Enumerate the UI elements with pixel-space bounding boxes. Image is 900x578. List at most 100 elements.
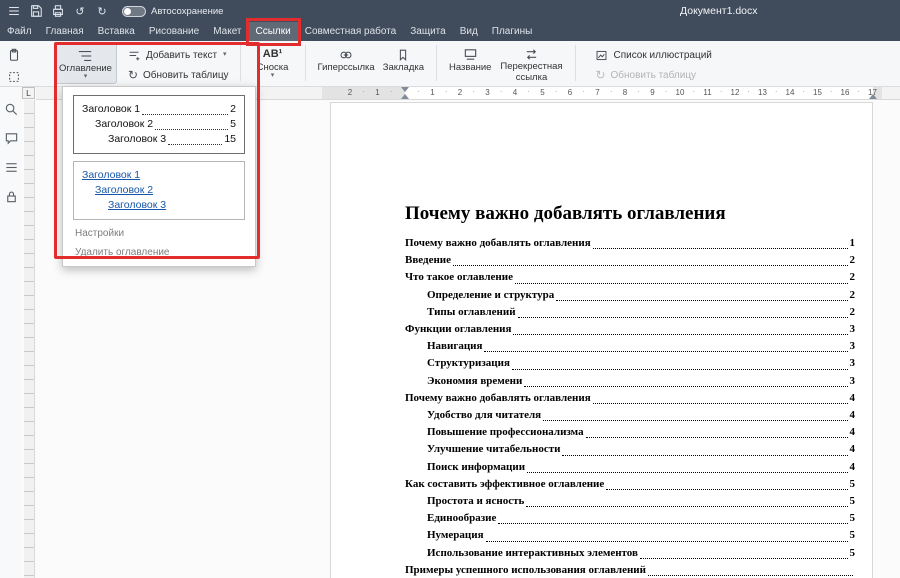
ruler-mark: · bbox=[665, 87, 668, 96]
cross-reference-button[interactable]: Перекрестная ссылка bbox=[495, 43, 567, 84]
toc-preview-page: 2 bbox=[230, 102, 236, 117]
toc-entry-label: Навигация bbox=[427, 338, 482, 355]
update-table-button[interactable]: ↻ Обновить таблицу bbox=[125, 67, 232, 83]
ribbon-tab[interactable]: Ссылки bbox=[249, 22, 298, 41]
toc-preview-row: Заголовок 3 bbox=[82, 198, 236, 213]
ruler-mark: · bbox=[830, 87, 833, 96]
ribbon-tab-label: Совместная работа bbox=[305, 26, 397, 37]
toc-entry[interactable]: Что такое оглавление 2 bbox=[405, 269, 855, 286]
ribbon-tab[interactable]: Плагины bbox=[485, 22, 540, 41]
toc-entry-page: 3 bbox=[850, 321, 856, 338]
navigation-icon[interactable] bbox=[3, 159, 19, 175]
toc-entry[interactable]: Использование интерактивных элементов 5 bbox=[405, 545, 855, 562]
ribbon-tab[interactable]: Макет bbox=[206, 22, 248, 41]
tab-stop-selector[interactable]: L bbox=[22, 87, 35, 99]
toc-leader-dots bbox=[606, 489, 847, 490]
ruler-mark: · bbox=[775, 87, 778, 96]
refresh-icon: ↻ bbox=[128, 69, 138, 81]
toc-entry[interactable]: Функции оглавления 3 bbox=[405, 321, 855, 338]
ruler-mark: · bbox=[445, 87, 448, 96]
save-icon[interactable] bbox=[26, 2, 46, 20]
toc-entry[interactable]: Навигация 3 bbox=[405, 338, 855, 355]
app-window: ↺ ↻ Автосохранение Документ1.docx Файл Г… bbox=[0, 0, 900, 578]
footnote-button[interactable]: AB¹ Сноска ▾ bbox=[249, 43, 297, 84]
toc-entry[interactable]: Экономия времени 3 bbox=[405, 373, 855, 390]
bookmark-label: Закладка bbox=[383, 63, 424, 73]
redo-icon[interactable]: ↻ bbox=[92, 2, 112, 20]
toc-leader-dots bbox=[526, 506, 847, 507]
toc-entry-label: Функции оглавления bbox=[405, 321, 511, 338]
ribbon-tab[interactable]: Совместная работа bbox=[298, 22, 404, 41]
ruler-mark: · bbox=[610, 87, 613, 96]
toc-preview-page: 5 bbox=[230, 117, 236, 132]
toc-entry[interactable]: Примеры успешного использования оглавлен… bbox=[405, 562, 855, 578]
ribbon-tab[interactable]: Главная bbox=[39, 22, 91, 41]
toggle-track[interactable] bbox=[122, 6, 146, 17]
ruler-mark: 3 bbox=[485, 88, 489, 97]
toc-dropdown-menu: Заголовок 1 2 Заголовок 2 5 Заголовок 3 … bbox=[62, 86, 256, 267]
ribbon-separator bbox=[575, 45, 576, 81]
ribbon-tab[interactable]: Вставка bbox=[91, 22, 142, 41]
cross-reference-label: Перекрестная ссылка bbox=[499, 62, 563, 83]
figure-list-button[interactable]: Список иллюстраций bbox=[592, 47, 714, 63]
toc-leader-dots bbox=[524, 386, 847, 387]
toc-entry-page: 4 bbox=[850, 441, 856, 458]
search-icon[interactable] bbox=[3, 101, 19, 117]
ruler-mark: · bbox=[637, 87, 640, 96]
toc-entry[interactable]: Удобство для читателя 4 bbox=[405, 407, 855, 424]
horizontal-ruler[interactable]: 1·2·1·2·3·4·5·6·7·8·9·10·11·12·13·14·15·… bbox=[322, 87, 882, 99]
toc-entry[interactable]: Определение и структура 2 bbox=[405, 287, 855, 304]
paste-icon[interactable] bbox=[4, 46, 24, 63]
ruler-mark: 2 bbox=[458, 88, 462, 97]
indent-marker-first-line[interactable] bbox=[401, 87, 409, 92]
references-ribbon: Оглавление ▾ Добавить текст ▾ ↻ Обновить… bbox=[0, 41, 900, 87]
ruler-mark: 1 bbox=[430, 88, 434, 97]
toc-button[interactable]: Оглавление ▾ bbox=[54, 43, 117, 84]
toc-entry-label: Почему важно добавлять оглавления bbox=[405, 390, 591, 407]
toc-preview-page: 15 bbox=[224, 132, 236, 147]
toc-remove-item[interactable]: Удалить оглавление bbox=[63, 239, 255, 258]
add-text-button[interactable]: Добавить текст ▾ bbox=[125, 47, 232, 63]
bookmark-button[interactable]: Закладка bbox=[379, 43, 428, 84]
toc-leader-dots bbox=[640, 558, 848, 559]
toc-entry-page: 2 bbox=[850, 287, 856, 304]
toc-settings-item[interactable]: Настройки bbox=[63, 220, 255, 239]
toc-entry[interactable]: Почему важно добавлять оглавления 4 bbox=[405, 390, 855, 407]
hyperlink-button[interactable]: Гиперссылка bbox=[314, 43, 379, 84]
toc-entry[interactable]: Нумерация 5 bbox=[405, 527, 855, 544]
toc-entry[interactable]: Поиск информации 4 bbox=[405, 459, 855, 476]
toc-leader-dots bbox=[593, 248, 848, 249]
toc-preview-row: Заголовок 1 bbox=[82, 168, 236, 183]
toc-entry-label: Экономия времени bbox=[427, 373, 522, 390]
app-menu-icon[interactable] bbox=[4, 2, 24, 20]
toc-entry[interactable]: Простота и ясность 5 bbox=[405, 493, 855, 510]
caption-button[interactable]: Название bbox=[445, 43, 495, 84]
toc-style-numbered-option[interactable]: Заголовок 1 2 Заголовок 2 5 Заголовок 3 … bbox=[73, 95, 245, 154]
bookmark-icon bbox=[396, 46, 410, 63]
vertical-ruler[interactable] bbox=[24, 100, 35, 578]
lock-icon[interactable] bbox=[3, 188, 19, 204]
comments-icon[interactable] bbox=[3, 130, 19, 146]
indent-marker-left[interactable] bbox=[401, 94, 409, 99]
toc-entry[interactable]: Как составить эффективное оглавление 5 bbox=[405, 476, 855, 493]
select-icon[interactable] bbox=[4, 68, 24, 85]
toc-entry[interactable]: Почему важно добавлять оглавления 1 bbox=[405, 235, 855, 252]
toc-entry[interactable]: Улучшение читабельности 4 bbox=[405, 441, 855, 458]
autosave-toggle[interactable]: Автосохранение bbox=[122, 6, 223, 17]
toc-entry[interactable]: Единообразие 5 bbox=[405, 510, 855, 527]
toc-entry[interactable]: Повышение профессионализма 4 bbox=[405, 424, 855, 441]
toc-style-links-option[interactable]: Заголовок 1 Заголовок 2 Заголовок 3 bbox=[73, 161, 245, 220]
ribbon-tab[interactable]: Защита bbox=[403, 22, 452, 41]
figure-list-icon bbox=[595, 49, 608, 62]
print-icon[interactable] bbox=[48, 2, 68, 20]
toc-entry[interactable]: Типы оглавлений 2 bbox=[405, 304, 855, 321]
document-page[interactable]: Почему важно добавлять оглавления Почему… bbox=[330, 102, 873, 578]
ribbon-tab[interactable]: Вид bbox=[453, 22, 485, 41]
undo-icon[interactable]: ↺ bbox=[70, 2, 90, 20]
toc-leader-dots bbox=[518, 317, 848, 318]
toc-entry[interactable]: Введение 2 bbox=[405, 252, 855, 269]
toc-entry[interactable]: Структуризация 3 bbox=[405, 355, 855, 372]
ruler-mark: · bbox=[417, 87, 420, 96]
ribbon-tab[interactable]: Файл bbox=[0, 22, 39, 41]
ribbon-tab[interactable]: Рисование bbox=[142, 22, 206, 41]
